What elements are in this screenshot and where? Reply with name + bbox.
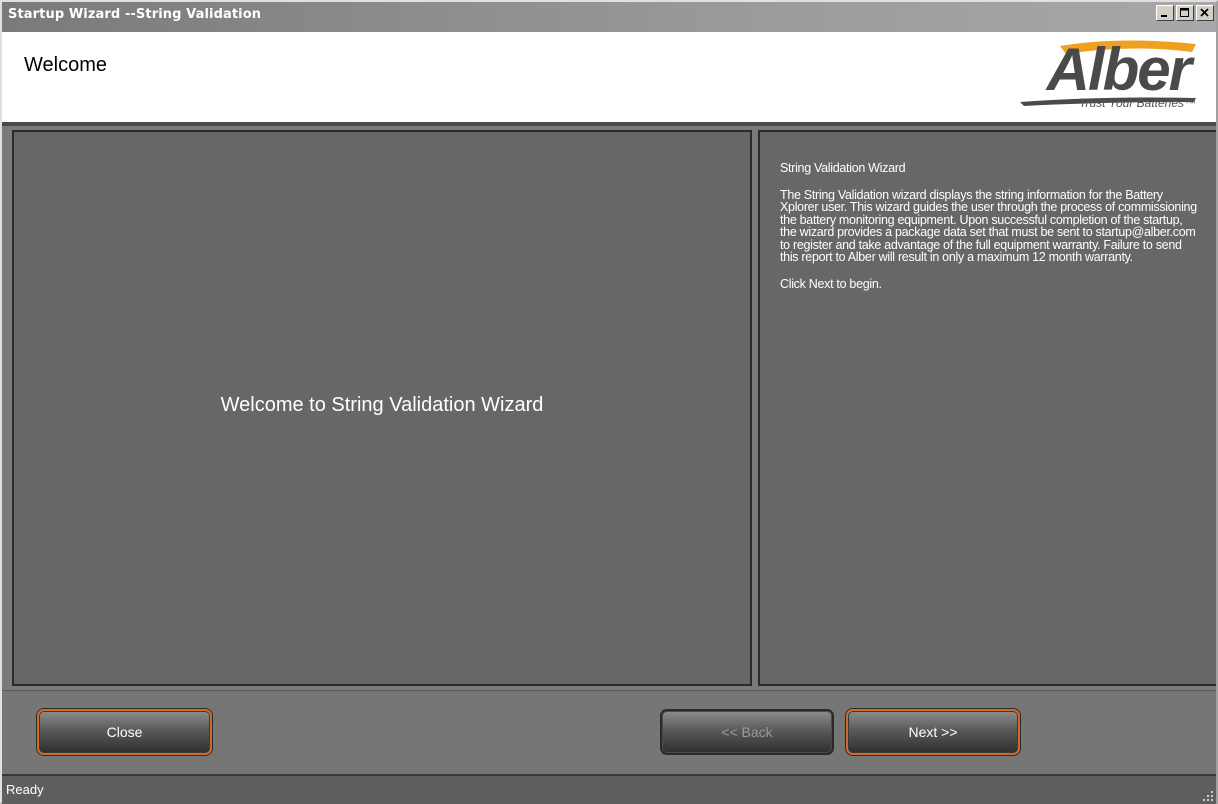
logo-tagline: Trust Your Batteries™ [1079,96,1196,110]
wizard-content: Welcome to String Validation Wizard Stri… [2,126,1216,690]
minimize-button[interactable] [1156,5,1174,21]
welcome-message: Welcome to String Validation Wizard [220,394,544,416]
next-button[interactable]: Next >> [846,709,1020,755]
minimize-icon [1161,15,1167,17]
info-heading: String Validation Wizard [780,161,906,175]
window-title: Startup Wizard --String Validation [8,7,262,22]
status-text: Ready [6,782,44,797]
info-instruction: Click Next to begin. [780,276,882,291]
welcome-panel: Welcome to String Validation Wizard [12,130,752,686]
resize-grip-icon[interactable] [1202,790,1214,802]
logo-wordmark: Alber [1046,36,1192,103]
close-icon [1200,8,1209,17]
close-button[interactable]: Close [37,709,212,755]
status-bar: Ready [2,774,1216,804]
back-button[interactable]: << Back [660,709,834,755]
title-bar[interactable]: Startup Wizard --String Validation [2,2,1216,32]
close-window-button[interactable] [1196,5,1214,21]
window-controls [1156,5,1214,21]
alber-logo: Alber Trust Your Batteries™ [1000,36,1200,120]
info-body: The String Validation wizard displays th… [780,187,1197,264]
page-title: Welcome [24,54,107,76]
info-panel: String Validation Wizard The String Vali… [758,130,1216,686]
wizard-window: Startup Wizard --String Validation Welco… [0,0,1218,804]
info-text: String Validation Wizard The String Vali… [780,162,1200,304]
maximize-button[interactable] [1176,5,1194,21]
wizard-header: Welcome Alber Trust Your Batteries™ [2,32,1216,122]
maximize-icon [1180,8,1189,17]
button-bar: Close << Back Next >> [2,690,1216,775]
